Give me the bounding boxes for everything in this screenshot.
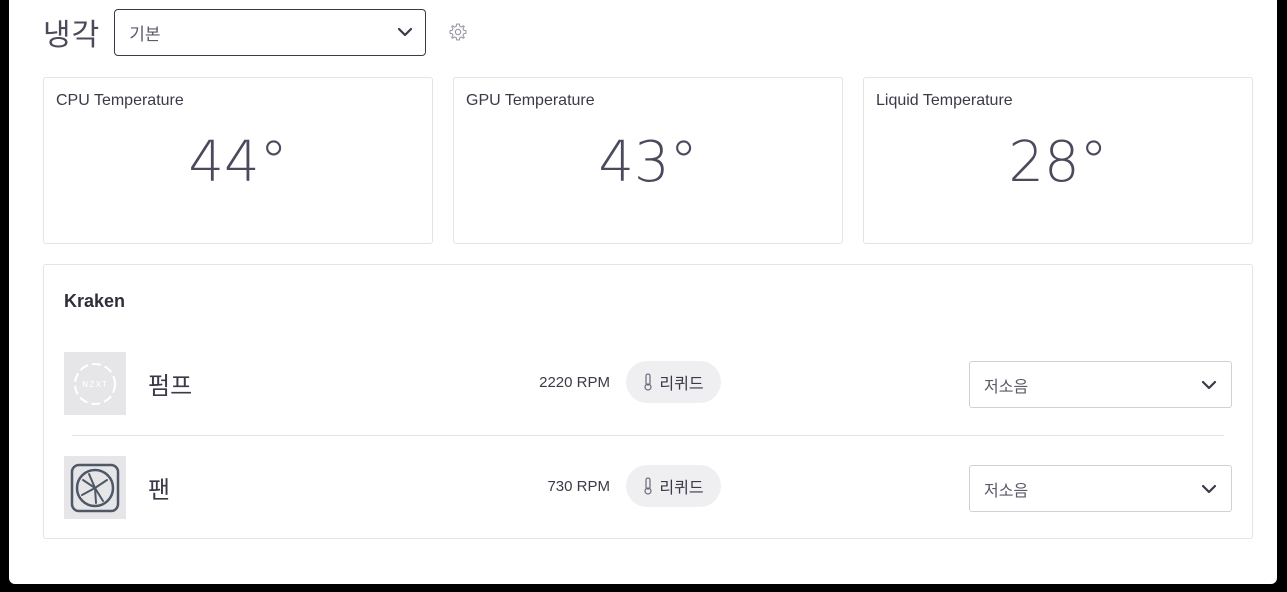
gpu-temperature-card: GPU Temperature 43°: [453, 77, 843, 244]
chevron-down-icon: [1201, 380, 1217, 389]
cooling-panel: 냉각 기본 CPU Temperature 44° GPU Temperatur…: [9, 0, 1277, 584]
profile-select[interactable]: 기본: [114, 8, 427, 56]
device-name: 펌프: [148, 372, 193, 400]
fan-icon: [64, 456, 126, 519]
device-name: 팬: [148, 476, 171, 504]
liquid-temperature-card: Liquid Temperature 28°: [863, 77, 1253, 244]
device-row-fan: 팬 730 RPM 리퀴드 저소음: [64, 456, 1232, 520]
gear-icon[interactable]: [448, 22, 468, 42]
section-title: Kraken: [64, 291, 126, 311]
source-chip[interactable]: 리퀴드: [626, 361, 721, 403]
header: 냉각 기본: [43, 8, 468, 56]
svg-text:NZXT: NZXT: [82, 380, 108, 389]
chevron-down-icon: [398, 27, 413, 37]
thermometer-icon: [644, 477, 653, 495]
mode-select-value: 저소음: [984, 480, 1029, 500]
profile-select-value: 기본: [129, 24, 161, 45]
source-label: 리퀴드: [659, 478, 704, 497]
device-rpm: 2220 RPM: [539, 374, 610, 391]
chevron-down-icon: [1201, 484, 1217, 493]
card-label: Liquid Temperature: [876, 92, 1013, 109]
device-row-pump: NZXT 펌프 2220 RPM 리퀴드 저소음: [64, 352, 1232, 416]
mode-select[interactable]: 저소음: [969, 361, 1232, 408]
cpu-temperature-card: CPU Temperature 44°: [43, 77, 433, 244]
divider: [72, 435, 1224, 436]
card-value: 44°: [188, 130, 288, 195]
thermometer-icon: [644, 373, 653, 391]
source-label: 리퀴드: [659, 374, 704, 393]
card-value: 43°: [598, 130, 698, 195]
nzxt-logo-icon: NZXT: [64, 352, 126, 415]
card-label: CPU Temperature: [56, 92, 184, 109]
card-label: GPU Temperature: [466, 92, 595, 109]
temperature-cards: CPU Temperature 44° GPU Temperature 43° …: [43, 77, 1253, 244]
device-rpm: 730 RPM: [547, 478, 610, 495]
mode-select-value: 저소음: [984, 376, 1029, 396]
mode-select[interactable]: 저소음: [969, 465, 1232, 512]
page-title: 냉각: [43, 18, 101, 53]
kraken-section: Kraken NZXT 펌프 2220 RPM 리퀴드 저소음 팬 730 RP…: [43, 264, 1253, 539]
card-value: 28°: [1008, 130, 1108, 195]
source-chip[interactable]: 리퀴드: [626, 465, 721, 507]
